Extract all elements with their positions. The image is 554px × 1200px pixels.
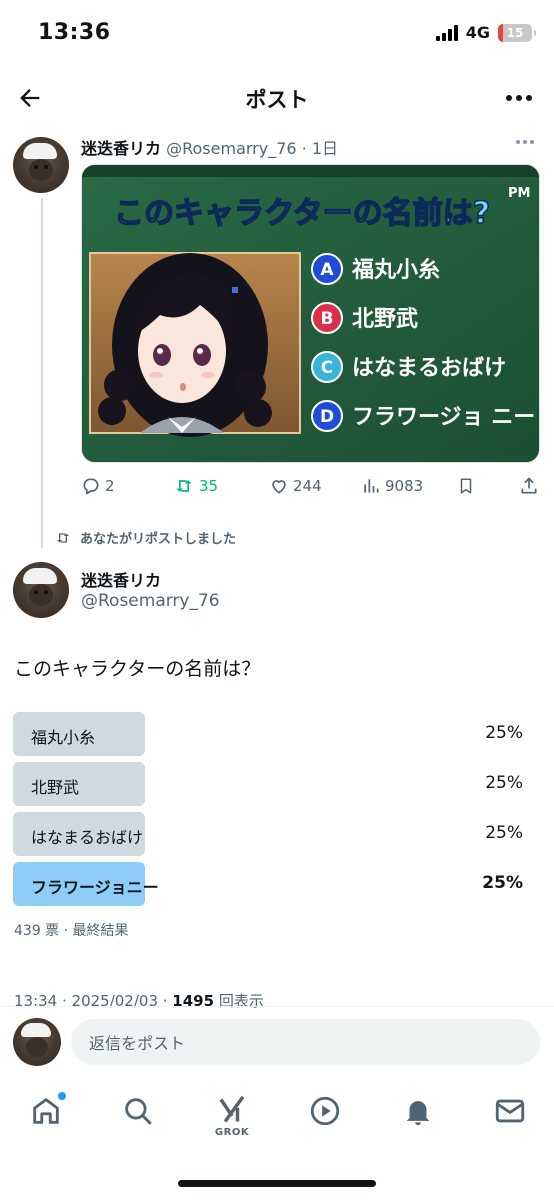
poll-option-label: 北野武 (31, 778, 80, 797)
repost-count: 35 (199, 477, 219, 495)
avatar[interactable] (13, 562, 69, 618)
tab-grok[interactable]: GROK (212, 1094, 252, 1138)
avatar[interactable] (13, 137, 69, 193)
network-label: 4G (465, 23, 490, 42)
tab-home[interactable] (26, 1092, 66, 1138)
repost-action[interactable]: 35 (173, 476, 218, 496)
handle[interactable]: @Rosemarry_76 (81, 591, 220, 611)
like-count: 244 (293, 477, 322, 495)
bottom-tab-bar: GROK (0, 1080, 554, 1160)
signal-icon (435, 24, 458, 41)
more-button[interactable] (492, 84, 532, 112)
grok-label: GROK (214, 1127, 250, 1138)
reply-count: 2 (105, 477, 115, 495)
views-count: 9083 (385, 477, 424, 495)
post-timestamp: 13:34 · 2025/02/03 · 1495 回表示 (14, 990, 264, 1011)
option-letter: C (321, 358, 333, 378)
top-header: ポスト (0, 70, 554, 126)
tab-messages[interactable] (490, 1094, 530, 1138)
post-meta: 迷迭香リカ @Rosemarry_76 · 1日 (81, 135, 338, 159)
reply-placeholder: 返信をポスト (89, 1034, 186, 1053)
tab-video[interactable] (305, 1094, 345, 1138)
option-text: フラワージョ ニー (352, 405, 535, 430)
more-horizontal-icon (506, 95, 512, 101)
poll-footer: 439 票 · 最終結果 (14, 923, 129, 939)
search-icon (125, 1098, 152, 1125)
corner-mark: PM (508, 186, 530, 201)
reply-icon (83, 478, 99, 495)
status-bar: 13:36 4G 15 (0, 0, 554, 70)
repost-notice-text: あなたがリポストしました (80, 532, 237, 547)
poll-option-percent: 25% (485, 723, 523, 743)
option-letter: B (321, 309, 334, 329)
thread-connector (41, 198, 43, 548)
option-letter: D (320, 407, 334, 427)
post-text: このキャラクターの名前は？ (14, 658, 261, 680)
bookmark-icon (460, 478, 472, 494)
display-name[interactable]: 迷迭香リカ (81, 139, 161, 158)
divider (0, 1006, 554, 1007)
poll-option[interactable]: はなまるおばけ 25% (13, 812, 526, 856)
poll-option[interactable]: 福丸小糸 25% (13, 712, 526, 756)
post-actions: 2 35 244 9083 (81, 476, 541, 500)
avatar (13, 1018, 61, 1066)
like-action[interactable]: 244 (269, 476, 322, 496)
battery-level: 15 (506, 25, 524, 40)
status-time: 13:36 (38, 20, 111, 45)
handle[interactable]: @Rosemarry_76 (166, 139, 296, 158)
tab-search[interactable] (118, 1094, 158, 1138)
option-letter: A (320, 260, 334, 280)
quiz-board-graphic: このキャラクターの名前は? PM A 福丸小糸 B 北野武 C はなまるおばけ D フラワージ… (82, 165, 539, 462)
display-name[interactable]: 迷迭香リカ (81, 567, 161, 591)
battery-icon: 15 (498, 23, 536, 42)
page-title: ポスト (245, 88, 309, 112)
option-text: 福丸小糸 (351, 258, 440, 283)
views-label: 回表示 (214, 992, 264, 1010)
play-icon (310, 1096, 340, 1126)
poll-option-percent: 25% (482, 873, 523, 893)
views-icon (364, 479, 379, 493)
poll-option-label: フラワージョニー (31, 878, 159, 897)
home-icon (33, 1098, 59, 1124)
poll-option-percent: 25% (485, 823, 523, 843)
repost-icon (57, 532, 69, 543)
poll-option-label: 福丸小糸 (31, 728, 96, 747)
share-icon (521, 477, 537, 494)
status-indicators: 4G 15 (435, 23, 536, 42)
repost-notice: あなたがリポストしました (54, 528, 236, 547)
notification-dot (58, 1092, 66, 1100)
mail-icon (495, 1099, 525, 1123)
bookmark-action[interactable] (457, 476, 475, 496)
poll-option-label: はなまるおばけ (31, 828, 144, 847)
timestamp-text: 13:34 · 2025/02/03 · (14, 992, 173, 1010)
reply-action[interactable]: 2 (81, 476, 115, 496)
bell-icon (406, 1101, 430, 1126)
repost-icon (176, 480, 192, 492)
poll-option-percent: 25% (485, 773, 523, 793)
option-text: 北野武 (352, 307, 418, 332)
meta-separator: · (301, 139, 307, 158)
poll-option[interactable]: 北野武 25% (13, 762, 526, 806)
post-more-button[interactable] (516, 140, 534, 144)
post-time[interactable]: 1日 (312, 139, 338, 158)
quiz-title: このキャラクターの名前は? (114, 196, 490, 231)
poll-option-winner[interactable]: フラワージョニー 25% (13, 862, 526, 906)
poll: 福丸小糸 25% 北野武 25% はなまるおばけ 25% フラワージョニー 25… (13, 712, 526, 912)
grok-icon (219, 1095, 245, 1123)
home-indicator (178, 1180, 376, 1187)
option-text: はなまるおばけ (352, 356, 506, 381)
post-image[interactable]: このキャラクターの名前は? PM A 福丸小糸 B 北野武 C はなまるおばけ D フラワージ… (81, 164, 540, 463)
view-count[interactable]: 1495 (172, 992, 214, 1010)
share-action[interactable] (519, 476, 539, 496)
heart-icon (272, 480, 286, 494)
views-action[interactable]: 9083 (361, 476, 423, 496)
reply-input[interactable]: 返信をポスト (71, 1019, 540, 1065)
tab-notifications[interactable] (398, 1094, 438, 1138)
